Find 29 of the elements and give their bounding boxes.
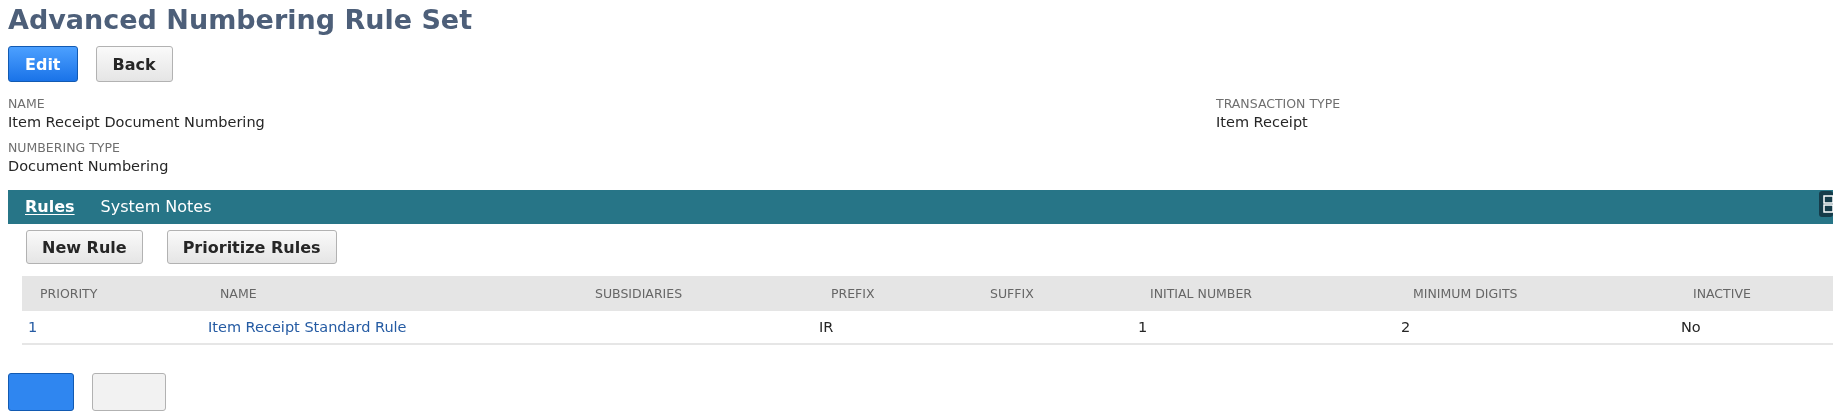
table-cell-text: IR bbox=[818, 318, 835, 337]
button[interactable] bbox=[8, 373, 74, 411]
prioritize-rules-button[interactable]: Prioritize Rules bbox=[166, 230, 337, 264]
tab[interactable]: Rules bbox=[25, 190, 75, 224]
button[interactable] bbox=[92, 373, 166, 411]
new-rule-button[interactable]: New Rule bbox=[26, 230, 143, 264]
column-header: NAME bbox=[202, 276, 577, 311]
column-header: SUFFIX bbox=[972, 276, 1132, 311]
field-value: Document Numbering bbox=[8, 157, 170, 176]
grid-icon[interactable] bbox=[1819, 191, 1833, 217]
column-header: PREFIX bbox=[813, 276, 972, 311]
column-header: MINIMUM DIGITS bbox=[1395, 276, 1675, 311]
page-title: Advanced Numbering Rule Set bbox=[8, 3, 474, 37]
table-cell-text: 2 bbox=[1400, 318, 1412, 337]
back-button[interactable]: Back bbox=[95, 46, 173, 82]
table-cell-text: 1 bbox=[1137, 318, 1149, 337]
table-link[interactable]: Item Receipt Standard Rule bbox=[202, 311, 577, 343]
table-link[interactable]: 1 bbox=[22, 311, 202, 343]
field-label: NUMBERING TYPE bbox=[8, 140, 121, 156]
field-value: Item Receipt Document Numbering bbox=[8, 113, 266, 132]
field-value: Item Receipt bbox=[1216, 113, 1309, 132]
field-label: NAME bbox=[8, 96, 46, 112]
table-cell-text: No bbox=[1680, 318, 1702, 337]
column-header: SUBSIDIARIES bbox=[577, 276, 813, 311]
tab[interactable]: System Notes bbox=[100, 190, 212, 224]
column-header: INITIAL NUMBER bbox=[1132, 276, 1395, 311]
column-header: INACTIVE bbox=[1675, 276, 1833, 311]
field-label: TRANSACTION TYPE bbox=[1216, 96, 1342, 112]
column-header: PRIORITY bbox=[22, 276, 202, 311]
